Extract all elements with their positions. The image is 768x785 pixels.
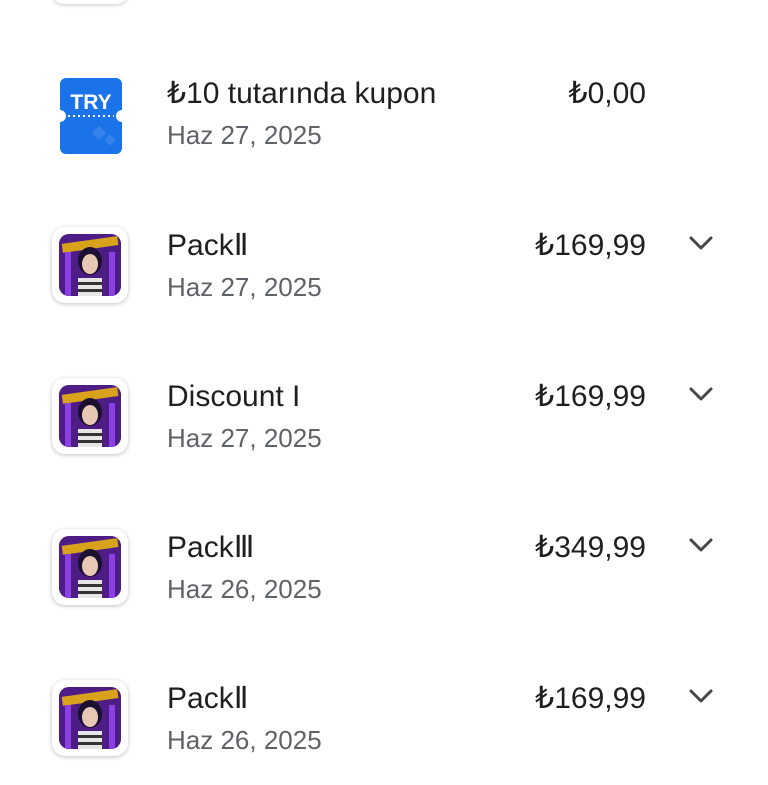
purchase-history-list: TRY ₺10 tutarında kupon Haz 27, 2025 ₺0,…: [0, 0, 768, 768]
transaction-date: Haz 27, 2025: [167, 120, 322, 150]
game-app-icon: [52, 529, 128, 605]
transaction-row[interactable]: Discount I Haz 27, 2025 ₺169,99: [0, 373, 768, 483]
transaction-date: Haz 27, 2025: [167, 423, 322, 453]
transaction-title: PackⅡ: [167, 682, 249, 715]
transaction-price: ₺169,99: [535, 380, 646, 413]
game-app-icon: [52, 680, 128, 756]
transaction-row[interactable]: PackⅢ Haz 26, 2025 ₺349,99: [0, 524, 768, 634]
chevron-down-icon[interactable]: [688, 687, 714, 705]
transaction-price: ₺349,99: [535, 531, 646, 564]
transaction-price: ₺0,00: [568, 77, 646, 110]
coupon-icon-label: TRY: [70, 91, 111, 114]
transaction-price: ₺169,99: [535, 682, 646, 715]
transaction-title: ₺10 tutarında kupon: [167, 77, 437, 110]
game-app-icon: [52, 227, 128, 303]
transaction-title: PackⅢ: [167, 531, 255, 564]
transaction-price: ₺169,99: [535, 229, 646, 262]
transaction-date: Haz 26, 2025: [167, 725, 322, 755]
chevron-down-icon[interactable]: [688, 385, 714, 403]
coupon-ticket-icon: TRY: [60, 78, 122, 154]
transaction-title: PackⅡ: [167, 229, 249, 262]
chevron-down-icon[interactable]: [688, 536, 714, 554]
transaction-row[interactable]: PackⅡ Haz 27, 2025 ₺169,99: [0, 222, 768, 332]
game-app-icon: [52, 378, 128, 454]
transaction-row-coupon[interactable]: TRY ₺10 tutarında kupon Haz 27, 2025 ₺0,…: [0, 70, 768, 180]
transaction-date: Haz 26, 2025: [167, 574, 322, 604]
transaction-date: Haz 27, 2025: [167, 272, 322, 302]
chevron-down-icon[interactable]: [688, 234, 714, 252]
transaction-row[interactable]: PackⅡ Haz 26, 2025 ₺169,99: [0, 675, 768, 785]
transaction-title: Discount I: [167, 380, 301, 413]
